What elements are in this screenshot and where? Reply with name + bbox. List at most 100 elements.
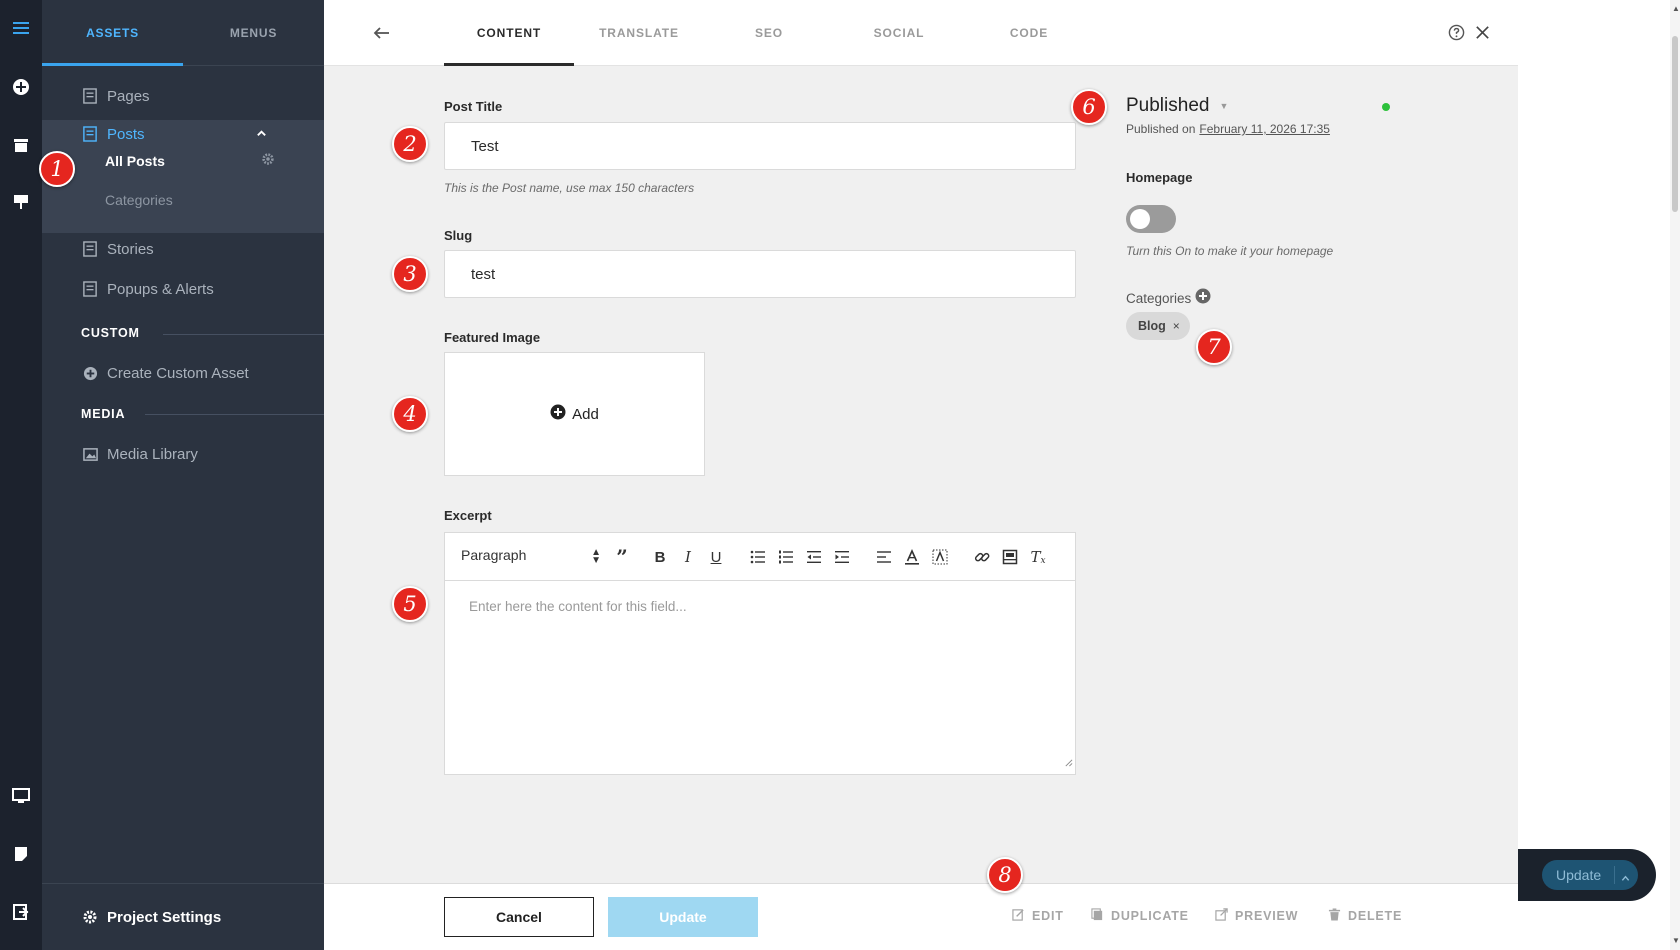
toggle-knob [1130, 209, 1150, 229]
section-title-custom: CUSTOM [81, 326, 140, 340]
published-date-line: Published on February 11, 2026 17:35 [1126, 122, 1330, 136]
update-button[interactable]: Update [608, 897, 758, 937]
delete-action[interactable]: DELETE [1328, 908, 1402, 924]
scroll-down-arrow-icon[interactable]: ▼ [1672, 936, 1680, 945]
sidebar-item-popups[interactable]: Popups & Alerts [42, 269, 324, 309]
tab-translate[interactable]: TRANSLATE [574, 0, 704, 66]
status-dropdown[interactable]: Published ▼ [1126, 95, 1228, 117]
published-on-prefix: Published on [1126, 122, 1196, 136]
sticky-note-icon[interactable] [9, 842, 33, 866]
excerpt-rich-text-editor: Paragraph ▲ ▼ ” B I U Tx Enter here the c… [444, 532, 1076, 775]
sidebar-item-posts[interactable]: Posts [42, 114, 324, 154]
excerpt-textarea[interactable]: Enter here the content for this field... [469, 599, 687, 614]
align-icon[interactable] [874, 546, 894, 568]
project-settings-bar: Project Settings [42, 883, 324, 950]
category-tag: Blog × [1126, 312, 1190, 340]
homepage-label: Homepage [1126, 170, 1193, 185]
add-circle-icon [82, 364, 98, 382]
logout-icon[interactable] [9, 900, 33, 924]
callout-badge-6: 6 [1071, 89, 1107, 125]
callout-badge-8: 8 [987, 857, 1023, 893]
slug-input[interactable]: test [444, 250, 1076, 298]
cancel-button[interactable]: Cancel [444, 897, 594, 937]
chevron-up-icon[interactable] [256, 126, 267, 143]
popup-icon [82, 280, 98, 298]
floating-update-label: Update [1556, 867, 1602, 883]
updown-arrows-icon: ▲ ▼ [591, 547, 601, 566]
italic-icon[interactable]: I [678, 546, 698, 568]
hamburger-menu-icon[interactable] [9, 16, 33, 40]
outdent-icon[interactable] [804, 546, 824, 568]
add-circle-icon [550, 404, 566, 425]
tab-assets[interactable]: ASSETS [42, 0, 183, 66]
published-date-link[interactable]: February 11, 2026 17:35 [1199, 122, 1330, 136]
section-divider [163, 334, 325, 335]
tab-menus[interactable]: MENUS [183, 0, 324, 66]
gear-icon [82, 908, 98, 926]
paint-roller-icon[interactable] [9, 190, 33, 214]
featured-image-dropzone[interactable]: Add [444, 352, 705, 476]
indent-icon[interactable] [832, 546, 852, 568]
remove-tag-icon[interactable]: × [1173, 319, 1180, 333]
page-icon [82, 87, 98, 105]
trash-icon [1328, 908, 1341, 924]
sidebar-item-categories[interactable]: Categories [105, 192, 173, 208]
gear-icon[interactable] [261, 152, 275, 171]
close-icon[interactable] [1474, 24, 1491, 46]
add-circle-icon[interactable] [9, 75, 33, 99]
edit-action[interactable]: EDIT [1012, 908, 1064, 924]
back-arrow-icon[interactable] [372, 23, 392, 48]
sidebar-item-stories[interactable]: Stories [42, 229, 324, 269]
sidebar-item-media-library[interactable]: Media Library [42, 434, 324, 474]
help-icon[interactable] [1448, 24, 1465, 46]
scroll-up-arrow-icon[interactable]: ▲ [1672, 4, 1680, 13]
editor-footer: Cancel Update EDIT DUPLICATE PREVIEW DEL… [324, 883, 1518, 950]
numbered-list-icon[interactable] [776, 546, 796, 568]
text-color-icon[interactable] [902, 546, 922, 568]
floating-update-button[interactable]: Update [1542, 860, 1638, 890]
sidebar-tabs: ASSETS MENUS [42, 0, 324, 66]
post-title-label: Post Title [444, 99, 503, 114]
tab-seo[interactable]: SEO [704, 0, 834, 66]
editor-toolbar: Paragraph ▲ ▼ ” B I U Tx [445, 533, 1075, 581]
archive-box-icon[interactable] [9, 133, 33, 157]
clear-formatting-icon[interactable]: Tx [1028, 546, 1048, 568]
scrollbar-thumb[interactable] [1672, 36, 1678, 212]
add-category-icon[interactable] [1195, 288, 1211, 309]
callout-badge-1: 1 [39, 151, 75, 187]
floating-update-bar: Update [1518, 849, 1656, 901]
sidebar-item-all-posts[interactable]: All Posts [105, 153, 165, 169]
media-embed-icon[interactable] [1000, 546, 1020, 568]
project-settings-button[interactable]: Project Settings [42, 897, 324, 937]
blockquote-icon[interactable]: ” [612, 545, 632, 569]
duplicate-label: DUPLICATE [1111, 909, 1189, 923]
add-image-label: Add [572, 405, 599, 423]
link-icon[interactable] [972, 546, 992, 568]
bold-icon[interactable]: B [650, 546, 670, 568]
chevron-up-icon[interactable] [1621, 870, 1630, 888]
bullet-list-icon[interactable] [748, 546, 768, 568]
featured-image-label: Featured Image [444, 330, 541, 345]
underline-icon[interactable]: U [706, 546, 726, 568]
preview-label: PREVIEW [1235, 909, 1299, 923]
tab-social[interactable]: SOCIAL [834, 0, 964, 66]
duplicate-action[interactable]: DUPLICATE [1091, 908, 1189, 924]
homepage-toggle[interactable] [1126, 205, 1176, 233]
sidebar-item-label: Popups & Alerts [107, 280, 214, 298]
create-custom-asset-button[interactable]: Create Custom Asset [42, 353, 324, 393]
page-scrollbar[interactable]: ▲ ▼ [1670, 0, 1680, 950]
highlight-color-icon[interactable] [930, 546, 950, 568]
desktop-monitor-icon[interactable] [9, 784, 33, 808]
post-icon [82, 125, 98, 143]
resize-handle-icon[interactable] [1064, 754, 1073, 772]
categories-header: Categories [1126, 288, 1211, 309]
callout-badge-3: 3 [392, 256, 428, 292]
post-editor: CONTENT TRANSLATE SEO SOCIAL CODE Post T… [324, 0, 1518, 950]
slug-label: Slug [444, 228, 473, 243]
post-title-input[interactable]: Test [444, 122, 1076, 170]
tab-content[interactable]: CONTENT [444, 0, 574, 66]
format-select[interactable]: Paragraph ▲ ▼ [461, 547, 601, 566]
preview-action[interactable]: PREVIEW [1215, 908, 1298, 924]
sidebar-item-pages[interactable]: Pages [42, 76, 324, 116]
tab-code[interactable]: CODE [964, 0, 1094, 66]
